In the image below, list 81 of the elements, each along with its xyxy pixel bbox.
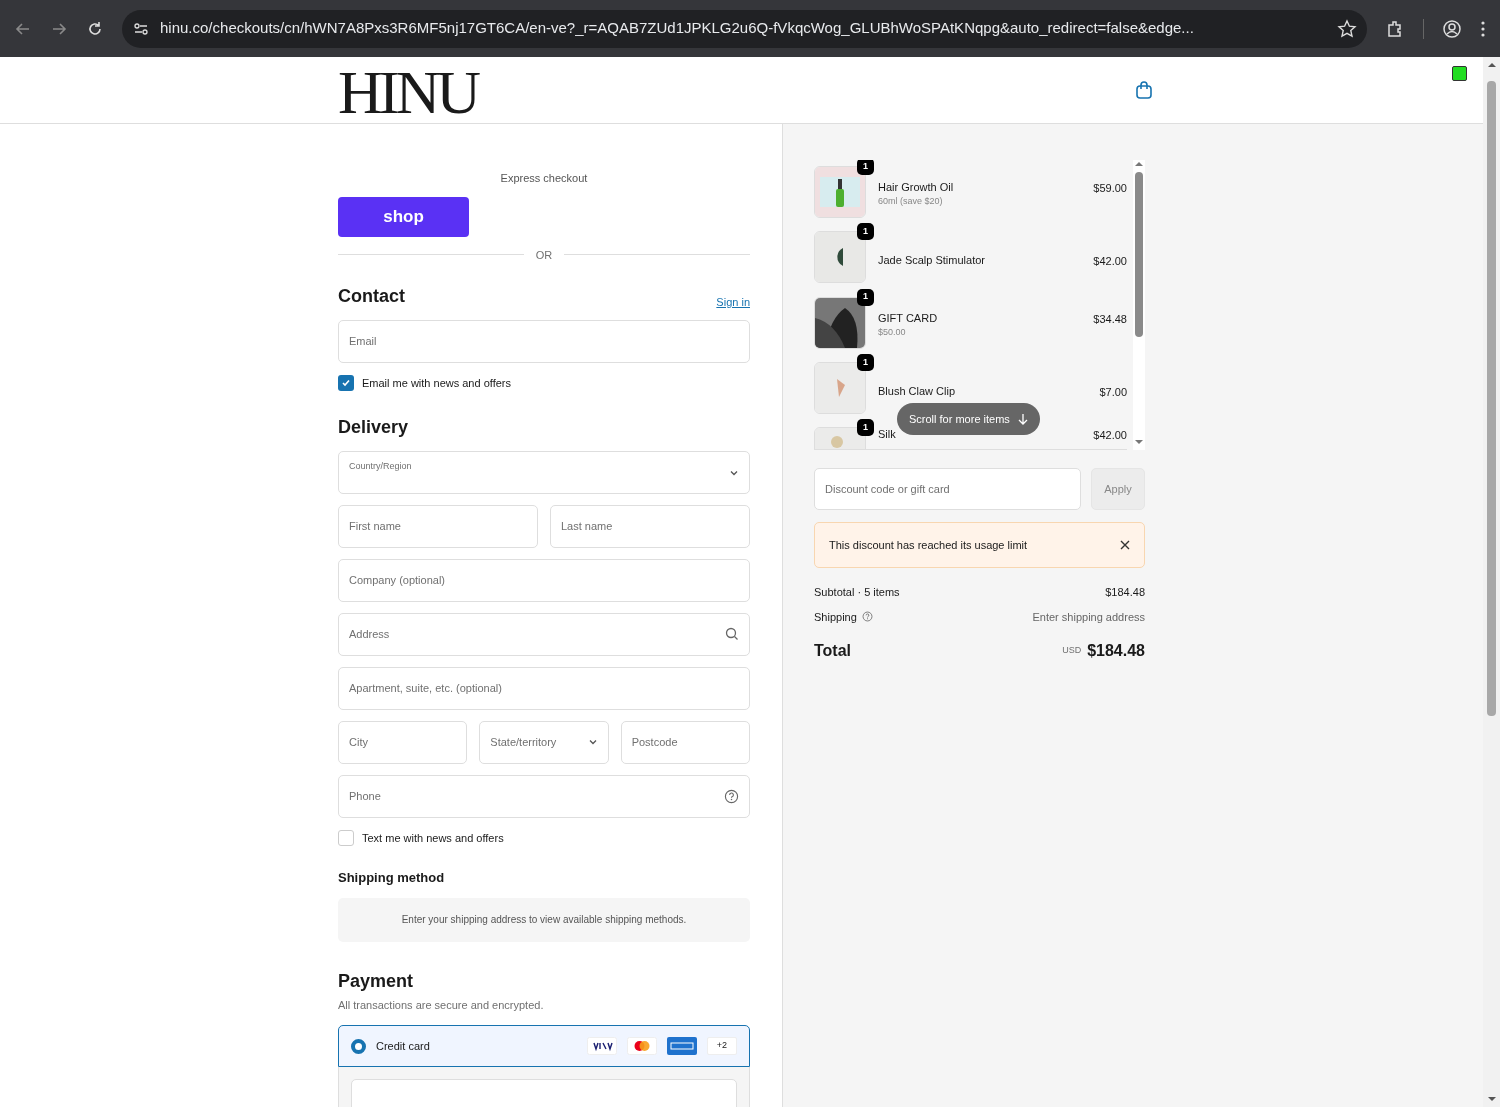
error-message: This discount has reached its usage limit <box>829 537 1029 553</box>
scroll-hint-button[interactable]: Scroll for more items <box>897 403 1040 435</box>
discount-field[interactable]: Discount code or gift card <box>814 468 1081 510</box>
product-price: $42.00 <box>1093 254 1127 270</box>
help-icon[interactable] <box>724 788 739 804</box>
checkbox[interactable] <box>338 829 354 846</box>
scrollbar[interactable] <box>1133 160 1145 450</box>
amex-logo-icon <box>667 1037 697 1055</box>
quantity-badge: 1 <box>857 353 874 371</box>
more-cards-badge: +2 <box>707 1037 737 1055</box>
address-bar[interactable]: hinu.co/checkouts/cn/hWN7A8Pxs3R6MF5nj17GT6CA/en-ve?_r=AQAB7ZUd1JPKLG2u6Q-fVkqcWog_GLUBhWoSPAtKNqpg&auto_redirect=false&edge... <box>122 9 1367 48</box>
input-field[interactable]: City <box>338 720 468 764</box>
quantity-badge: 1 <box>857 288 874 306</box>
product-name: Blush Claw Clip <box>878 383 956 399</box>
section-heading: Contact <box>338 285 405 308</box>
input-field[interactable]: Apartment, suite, etc. (optional) <box>338 666 750 710</box>
input-field[interactable]: Last name <box>550 504 750 548</box>
menu-icon[interactable] <box>1480 19 1486 38</box>
arrow-down-icon <box>1017 413 1028 425</box>
product-price: $7.00 <box>1099 384 1127 400</box>
country-select[interactable]: Country/Region <box>338 450 750 494</box>
scroll-down-icon[interactable] <box>1134 438 1144 446</box>
total-value: $184.48 <box>1087 641 1145 661</box>
input-field[interactable]: First name <box>338 504 538 548</box>
input-field[interactable]: Company (optional) <box>338 558 750 602</box>
search-icon <box>725 627 739 641</box>
checkmark-icon <box>341 378 351 389</box>
product-price: $34.48 <box>1093 311 1127 327</box>
divider-label: OR <box>535 247 553 263</box>
shopping-bag-icon[interactable] <box>1135 80 1153 100</box>
checkbox-label: Text me with news and offers <box>362 830 504 846</box>
section-heading: Delivery <box>338 415 410 439</box>
address-field[interactable]: Address <box>338 612 750 656</box>
extension-indicator-icon <box>1452 66 1467 81</box>
product-name: Hair Growth Oil <box>878 180 954 195</box>
product-variant: 60ml (save $20) <box>878 195 943 208</box>
product-name: Silk <box>878 427 896 442</box>
logo[interactable]: HINU <box>338 60 1135 123</box>
payment-subtitle: All transactions are secure and encrypted. <box>338 997 545 1013</box>
product-price: $42.00 <box>1093 428 1127 443</box>
radio-button[interactable] <box>351 1038 366 1054</box>
summary-label: Shipping <box>814 609 857 625</box>
quantity-badge: 1 <box>857 223 874 241</box>
chevron-down-icon <box>587 737 598 747</box>
scroll-up-icon[interactable] <box>1486 61 1497 69</box>
section-heading: Shipping method <box>338 869 446 887</box>
bookmark-star-icon[interactable] <box>1337 18 1357 39</box>
quantity-badge: 1 <box>857 160 874 175</box>
email-field[interactable]: Email <box>338 320 750 363</box>
scrollbar[interactable] <box>1483 57 1500 1107</box>
summary-label: Subtotal · 5 items <box>814 585 900 600</box>
state-select[interactable]: State/territory <box>479 720 609 764</box>
phone-field[interactable]: Phone <box>338 774 750 818</box>
sign-in-link[interactable]: Sign in <box>716 293 750 310</box>
product-name: GIFT CARD <box>878 310 938 326</box>
checkbox[interactable] <box>338 375 354 392</box>
product-price: $59.00 <box>1093 181 1127 196</box>
input-field[interactable]: Postcode <box>620 720 750 764</box>
mastercard-logo-icon <box>627 1037 657 1055</box>
scroll-down-icon[interactable] <box>1486 1095 1497 1103</box>
total-label: Total <box>814 641 852 661</box>
card-number-field[interactable] <box>351 1079 737 1107</box>
visa-logo-icon <box>587 1037 617 1055</box>
currency-code: USD <box>1062 644 1082 658</box>
help-icon[interactable] <box>861 611 873 623</box>
summary-value: Enter shipping address <box>1032 609 1145 625</box>
quantity-badge: 1 <box>857 419 874 436</box>
apply-button[interactable]: Apply <box>1091 468 1145 510</box>
product-name: Jade Scalp Stimulator <box>878 253 985 269</box>
shipping-notice: Enter your shipping address to view available shipping methods. <box>338 897 750 942</box>
close-icon[interactable] <box>1120 540 1130 550</box>
payment-option[interactable]: Credit card +2 <box>338 1025 750 1067</box>
reload-icon[interactable] <box>86 19 104 38</box>
summary-value: $184.48 <box>1105 585 1145 600</box>
section-heading: Payment <box>338 969 415 993</box>
checkbox-label: Email me with news and offers <box>362 376 511 391</box>
product-variant: $50.00 <box>878 325 906 339</box>
shop-pay-button[interactable]: shop <box>338 196 469 237</box>
scroll-up-icon[interactable] <box>1134 160 1144 168</box>
profile-icon[interactable] <box>1442 18 1462 39</box>
section-label: Express checkout <box>499 171 589 186</box>
